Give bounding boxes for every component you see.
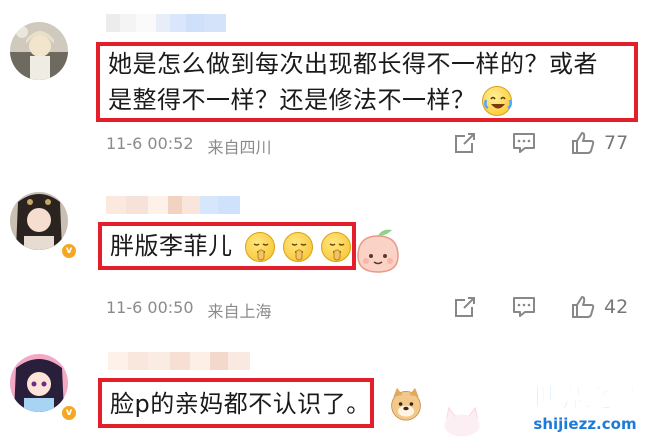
username-blurred[interactable] xyxy=(108,352,250,372)
location: 来自四川 xyxy=(207,138,272,157)
shush-emoji-icon xyxy=(244,232,275,262)
like-icon[interactable] xyxy=(570,294,596,320)
share-icon[interactable] xyxy=(452,130,478,156)
like-count: 77 xyxy=(604,132,629,154)
peach-sticker-icon xyxy=(357,229,399,273)
watermark-title: 世界之最 xyxy=(530,384,639,415)
timestamp: 11-6 00:50 xyxy=(106,298,194,317)
timestamp: 11-6 00:52 xyxy=(106,134,194,153)
shush-emoji-icon xyxy=(320,232,351,262)
vip-badge-icon: v xyxy=(60,404,78,422)
watermark-url: shijiezz.com xyxy=(533,415,637,433)
shush-emoji-icon xyxy=(282,232,313,262)
comment-text: 她是怎么做到每次出现都长得不一样的？或者 xyxy=(108,50,598,78)
location: 来自上海 xyxy=(207,302,272,321)
share-icon[interactable] xyxy=(452,294,478,320)
laugh-cry-emoji-icon xyxy=(481,86,512,116)
comment-meta: 11-6 00:52 来自四川 xyxy=(106,134,272,158)
comment-item: 她是怎么做到每次出现都长得不一样的？或者 是整得不一样？还是修法不一样？ 11-… xyxy=(0,0,647,170)
like-icon[interactable] xyxy=(570,130,596,156)
comment-icon[interactable] xyxy=(511,294,537,320)
site-watermark: 世界之最 shijiezz.com xyxy=(530,378,639,434)
doge-sticker-icon xyxy=(391,387,421,421)
username-blurred[interactable] xyxy=(106,196,240,216)
comment-actions: 42 xyxy=(452,294,628,320)
username-blurred[interactable] xyxy=(106,14,226,34)
cat-sticker-icon xyxy=(444,406,480,437)
like-count: 42 xyxy=(604,296,629,318)
avatar[interactable] xyxy=(10,192,68,250)
comment-text: 脸p的亲妈都不认识了。 xyxy=(110,390,371,418)
vip-badge-icon: v xyxy=(60,242,78,260)
comment-text-line2: 是整得不一样？还是修法不一样？ xyxy=(108,82,512,118)
avatar[interactable] xyxy=(10,22,68,80)
comment-text: 胖版李菲儿 xyxy=(110,228,351,264)
comment-meta: 11-6 00:50 来自上海 xyxy=(106,298,272,322)
comment-icon[interactable] xyxy=(511,130,537,156)
avatar[interactable] xyxy=(10,354,68,412)
comment-actions: 77 xyxy=(452,130,628,156)
comment-item: v 胖版李菲儿 11-6 00:50 来自上海 42 xyxy=(0,170,647,340)
